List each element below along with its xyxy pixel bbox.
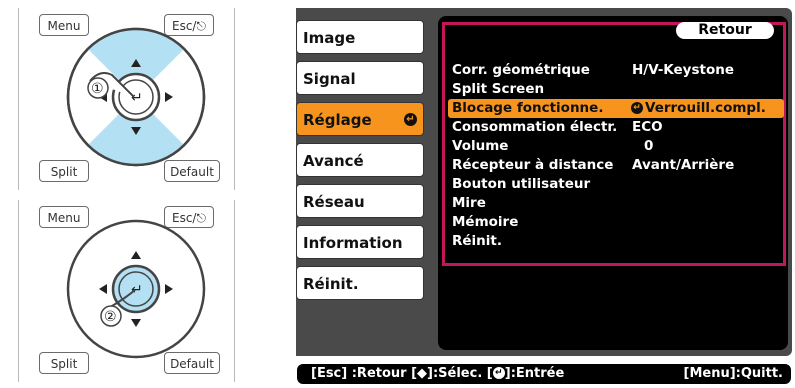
help-text-right: [Menu]:Quitt.: [683, 366, 783, 381]
submenu-row[interactable]: Volume 0: [452, 137, 782, 156]
menu-item-reglage[interactable]: Réglage ↵: [296, 102, 424, 136]
remote-illustration-2: Menu Esc/⎋ ↵ ② Split Default: [18, 200, 235, 382]
default-button[interactable]: Default: [164, 160, 220, 182]
row-label: Mémoire: [452, 214, 519, 230]
row-label: Récepteur à distance: [452, 157, 614, 173]
row-label: Réinit.: [452, 233, 502, 249]
enter-icon: ↵: [631, 102, 643, 114]
help-bar: [Esc] :Retour [◆]:Sélec. [↵]:Entrée [Men…: [297, 364, 791, 384]
retour-button[interactable]: Retour: [676, 22, 774, 39]
submenu-row-selected[interactable]: Blocage fonctionne. ↵ Verrouill.compl.: [448, 99, 784, 118]
default-button[interactable]: Default: [164, 352, 220, 374]
submenu-row[interactable]: Split Screen: [452, 80, 782, 99]
row-label: Mire: [452, 195, 486, 211]
remote-illustration-1: Menu Esc/⎋ ↵ ① Split Default: [18, 8, 235, 190]
row-label: Consommation électr.: [452, 119, 618, 135]
menu-item-reseau[interactable]: Réseau: [296, 184, 424, 218]
menu-item-label: Réglage: [303, 111, 372, 129]
projector-menu: Image Signal Réglage ↵ Avancé Réseau Inf…: [296, 8, 792, 356]
split-button[interactable]: Split: [39, 352, 89, 374]
main-menu: Image Signal Réglage ↵ Avancé Réseau Inf…: [296, 8, 432, 356]
row-value: Avant/Arrière: [632, 157, 735, 173]
enter-icon: ↵: [492, 366, 505, 379]
row-label: Bouton utilisateur: [452, 176, 591, 192]
svg-text:①: ①: [91, 81, 104, 97]
menu-item-reinit[interactable]: Réinit.: [296, 266, 424, 300]
dpad[interactable]: ↵ ①: [65, 26, 207, 168]
menu-item-information[interactable]: Information: [296, 225, 424, 259]
svg-text:↵: ↵: [131, 90, 143, 106]
row-label: Split Screen: [452, 81, 545, 97]
row-label: Corr. géométrique: [452, 62, 590, 78]
row-label: Volume: [452, 138, 509, 154]
row-value: H/V-Keystone: [632, 62, 735, 78]
row-label: Blocage fonctionne.: [452, 100, 604, 116]
submenu-row[interactable]: Bouton utilisateur: [452, 175, 782, 194]
split-button[interactable]: Split: [39, 160, 89, 182]
menu-item-avance[interactable]: Avancé: [296, 143, 424, 177]
dpad[interactable]: ↵ ②: [65, 218, 207, 360]
menu-item-signal[interactable]: Signal: [296, 61, 424, 95]
submenu-row[interactable]: Mémoire: [452, 213, 782, 232]
svg-text:②: ②: [104, 309, 117, 325]
submenu-row[interactable]: Réinit.: [452, 232, 782, 251]
enter-icon: ↵: [404, 113, 417, 126]
row-value: ECO: [632, 119, 663, 135]
submenu-row[interactable]: Corr. géométrique H/V-Keystone: [452, 61, 782, 80]
submenu-row[interactable]: Consommation électr. ECO: [452, 118, 782, 137]
submenu-row[interactable]: Récepteur à distance Avant/Arrière: [452, 156, 782, 175]
row-value: Verrouill.compl.: [645, 100, 766, 116]
menu-item-image[interactable]: Image: [296, 20, 424, 54]
svg-text:↵: ↵: [131, 282, 143, 298]
help-text-left: [Esc] :Retour [◆]:Sélec. [↵]:Entrée: [311, 366, 565, 381]
submenu-row[interactable]: Mire: [452, 194, 782, 213]
row-value: 0: [644, 138, 654, 154]
submenu-panel: Retour Corr. géométrique H/V-Keystone Sp…: [438, 16, 788, 350]
